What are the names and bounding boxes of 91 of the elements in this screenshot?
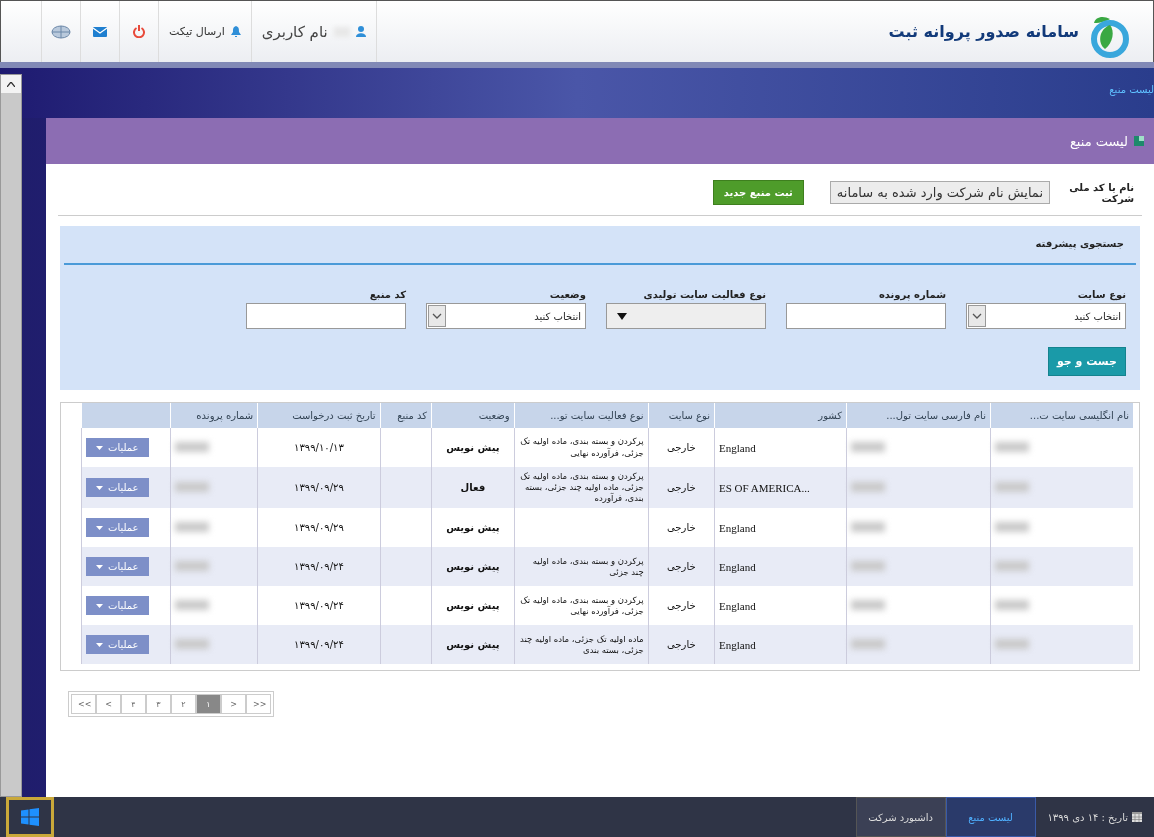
table-cell: ماده اولیه تک جزئی، ماده اولیه چند جزئی، بسته بندی — [514, 625, 649, 665]
field-label: کد منبع — [368, 289, 406, 300]
redacted-text — [175, 441, 209, 452]
column-header[interactable]: نوع سایت — [648, 403, 715, 428]
field-label: نوع سایت — [1076, 289, 1126, 300]
redacted-text — [994, 599, 1029, 610]
page-button[interactable]: ۳ — [146, 694, 171, 715]
input-field[interactable] — [786, 303, 946, 329]
company-name-field: نمایش نام شرکت وارد شده به سامانه — [829, 181, 1050, 204]
redacted-text — [994, 638, 1029, 649]
chevron-icon — [968, 305, 986, 327]
caret-icon — [96, 525, 103, 530]
column-header[interactable]: تاریخ ثبت درخواست — [257, 403, 381, 428]
redacted-text — [994, 521, 1029, 532]
search-title: جستجوی پیشرفته — [64, 226, 1136, 265]
user-icon — [355, 26, 366, 37]
table-cell: England — [714, 625, 847, 665]
calendar-icon — [1132, 812, 1142, 822]
redacted-text — [175, 599, 209, 610]
select-field[interactable]: انتخاب کنید — [966, 303, 1126, 329]
table-cell: خارجی — [648, 467, 715, 509]
table-cell: خارجی — [648, 547, 715, 587]
column-header[interactable]: وضعیت — [431, 403, 515, 428]
caret-icon — [96, 485, 103, 490]
column-header[interactable]: کشور — [714, 403, 847, 428]
redacted-text — [851, 638, 886, 649]
table-cell: پیش نویس — [431, 547, 515, 587]
table-cell: ۱۳۹۹/۰۹/۲۴ — [257, 625, 381, 665]
power-icon — [133, 25, 145, 38]
page-button[interactable]: ۴ — [121, 694, 146, 715]
caret-icon — [96, 445, 103, 450]
column-header[interactable]: کد منبع — [380, 403, 432, 428]
field-label: نام یا کد ملی شرکت — [1068, 181, 1134, 204]
table-cell: پرکردن و بسته بندی، ماده اولیه تک جزئی، ماده اولیه چند جزئی، بسته بندی، فرآورده — [514, 467, 649, 509]
caret-icon — [96, 642, 103, 647]
page-button[interactable]: ۱ — [196, 694, 221, 715]
taskbar-tab[interactable]: داشبورد شرکت — [855, 797, 946, 837]
page-button[interactable]: > — [221, 694, 246, 715]
taskbar-tab[interactable]: لیست منبع — [945, 797, 1036, 837]
multiselect-field[interactable] — [606, 303, 766, 329]
breadcrumb-link[interactable]: لیست منبع — [1109, 84, 1154, 95]
table-cell: خارجی — [648, 625, 715, 665]
caret-icon — [96, 564, 103, 569]
field-label: وضعیت — [548, 289, 586, 300]
redacted-text — [851, 441, 886, 452]
windows-icon — [21, 808, 39, 826]
page-button[interactable]: >> — [246, 694, 271, 715]
redacted-text — [851, 521, 886, 532]
start-button[interactable] — [6, 797, 54, 837]
chevron-icon — [428, 305, 446, 327]
app-title: سامانه صدور پروانه ثبت — [888, 22, 1079, 41]
redacted-text — [851, 481, 886, 492]
mail-icon — [93, 26, 107, 37]
list-icon — [1134, 136, 1144, 146]
redacted-text — [175, 481, 209, 492]
column-header[interactable]: نام انگلیسی سایت ت... — [990, 403, 1133, 428]
panel-title: لیست منبع — [1069, 133, 1128, 149]
table-cell: فعال — [431, 467, 515, 509]
dropdown-arrow-icon — [617, 312, 627, 320]
table-cell: England — [714, 547, 847, 587]
search-button[interactable]: جست و جو — [1047, 347, 1126, 376]
redacted-text — [175, 560, 209, 571]
table-cell: پرکردن و بسته بندی، ماده اولیه چند جزئی — [514, 547, 649, 587]
input-field[interactable] — [246, 303, 406, 329]
redacted-text — [851, 599, 886, 610]
redacted-text — [175, 521, 209, 532]
redacted-text — [994, 481, 1029, 492]
scroll-up-icon — [7, 81, 15, 87]
redacted-text — [994, 560, 1029, 571]
field-label: نوع فعالیت سایت تولیدی — [642, 289, 766, 300]
column-header[interactable]: نوع فعالیت سایت تو... — [514, 403, 649, 428]
redacted-text — [851, 560, 886, 571]
table-cell: ۱۳۹۹/۰۹/۲۴ — [257, 547, 381, 587]
caret-icon — [96, 603, 103, 608]
column-header[interactable]: شماره پرونده — [170, 403, 258, 428]
redacted-text — [175, 638, 209, 649]
redacted-text — [994, 441, 1029, 452]
table-cell: ۱۳۹۹/۰۹/۲۹ — [257, 467, 381, 509]
table-cell: پیش نویس — [431, 625, 515, 665]
select-field[interactable]: انتخاب کنید — [426, 303, 586, 329]
scrollbar[interactable] — [0, 74, 22, 797]
globe-icon — [51, 24, 71, 39]
date-text: تاریخ : ۱۴ دی ۱۳۹۹ — [1047, 811, 1128, 823]
bell-icon — [230, 26, 241, 37]
new-source-button[interactable]: ثبت منبع جدید — [712, 180, 804, 205]
page-button[interactable]: ۲ — [171, 694, 196, 715]
field-label: شماره پرونده — [877, 289, 946, 300]
page-button[interactable]: < — [96, 694, 121, 715]
page-button[interactable]: << — [71, 694, 96, 715]
table-cell: ...ES OF AMERICA — [714, 467, 847, 509]
column-header[interactable]: نام فارسی سایت تول... — [846, 403, 991, 428]
